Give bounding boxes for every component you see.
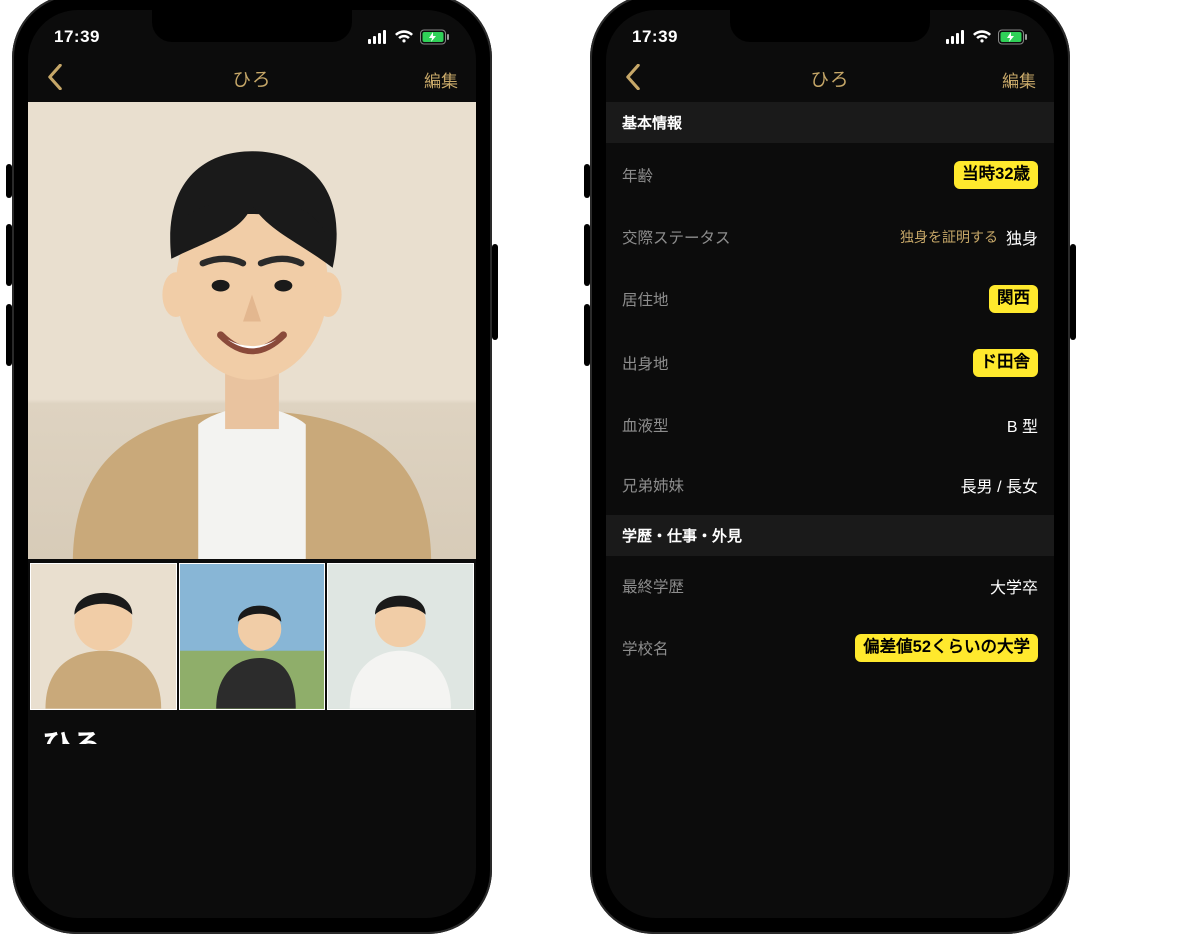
- row-blood-type[interactable]: 血液型 B 型: [606, 395, 1054, 455]
- status-time: 17:39: [54, 27, 100, 47]
- profile-person-illustration: [28, 102, 476, 559]
- phone-mockup-right: 17:39: [590, 0, 1070, 934]
- row-final-education[interactable]: 最終学歴 大学卒: [606, 556, 1054, 616]
- photo-thumbnail-strip: [28, 559, 476, 710]
- row-siblings[interactable]: 兄弟姉妹 長男 / 長女: [606, 455, 1054, 515]
- phone-volume-mute: [584, 164, 590, 198]
- screen-right: 17:39: [606, 10, 1054, 918]
- nav-title: ひろ: [606, 66, 1054, 92]
- photo-thumbnail-3[interactable]: [327, 563, 474, 710]
- section-header-edu: 学歴・仕事・外見: [606, 515, 1054, 556]
- row-value-highlight: 当時32歳: [954, 161, 1038, 189]
- row-label: 年齢: [622, 164, 653, 186]
- cellular-signal-icon: [368, 30, 388, 44]
- row-hometown[interactable]: 出身地 ド田舎: [606, 331, 1054, 395]
- status-icons: [368, 29, 450, 45]
- photo-thumbnail-1[interactable]: [30, 563, 177, 710]
- phone-mockup-left: 17:39: [12, 0, 492, 934]
- phone-power-btn: [1070, 244, 1076, 340]
- section-header-basic: 基本情報: [606, 102, 1054, 143]
- row-label: 居住地: [622, 288, 669, 310]
- row-label: 出身地: [622, 352, 669, 374]
- row-value: 独身: [1006, 225, 1038, 249]
- row-age[interactable]: 年齢 当時32歳: [606, 143, 1054, 207]
- row-value-highlight: ド田舎: [973, 349, 1039, 377]
- row-relationship-status[interactable]: 交際ステータス 独身を証明する 独身: [606, 207, 1054, 267]
- row-residence[interactable]: 居住地 関西: [606, 267, 1054, 331]
- nav-bar: ひろ 編集: [606, 56, 1054, 102]
- row-label: 学校名: [622, 637, 669, 659]
- nav-bar: ひろ 編集: [28, 56, 476, 102]
- wifi-icon: [972, 30, 992, 44]
- row-value: 大学卒: [990, 574, 1038, 598]
- row-school-name[interactable]: 学校名 偏差値52くらいの大学: [606, 616, 1054, 680]
- notch: [730, 10, 930, 42]
- phone-volume-up: [584, 224, 590, 286]
- battery-charging-icon: [998, 29, 1028, 45]
- phone-volume-down: [584, 304, 590, 366]
- wifi-icon: [394, 30, 414, 44]
- verify-single-link[interactable]: 独身を証明する: [900, 227, 998, 247]
- phone-power-btn: [492, 244, 498, 340]
- photo-thumbnail-2[interactable]: [179, 563, 326, 710]
- row-value-highlight: 関西: [989, 285, 1038, 313]
- notch: [152, 10, 352, 42]
- screen-left: 17:39: [28, 10, 476, 918]
- row-value: B 型: [1007, 413, 1038, 437]
- row-value: 長男 / 長女: [961, 473, 1038, 497]
- phone-volume-down: [6, 304, 12, 366]
- row-label: 兄弟姉妹: [622, 474, 684, 496]
- phone-volume-up: [6, 224, 12, 286]
- status-time: 17:39: [632, 27, 678, 47]
- battery-charging-icon: [420, 29, 450, 45]
- row-label: 血液型: [622, 414, 669, 436]
- edit-button[interactable]: 編集: [424, 67, 458, 92]
- row-label: 交際ステータス: [622, 226, 731, 248]
- edit-button[interactable]: 編集: [1002, 67, 1036, 92]
- row-label: 最終学歴: [622, 575, 684, 597]
- status-icons: [946, 29, 1028, 45]
- cellular-signal-icon: [946, 30, 966, 44]
- profile-name-truncated: ひろ: [28, 720, 476, 744]
- nav-title: ひろ: [28, 66, 476, 92]
- row-value-highlight: 偏差値52くらいの大学: [855, 634, 1038, 662]
- profile-photo-main[interactable]: [28, 102, 476, 559]
- phone-volume-mute: [6, 164, 12, 198]
